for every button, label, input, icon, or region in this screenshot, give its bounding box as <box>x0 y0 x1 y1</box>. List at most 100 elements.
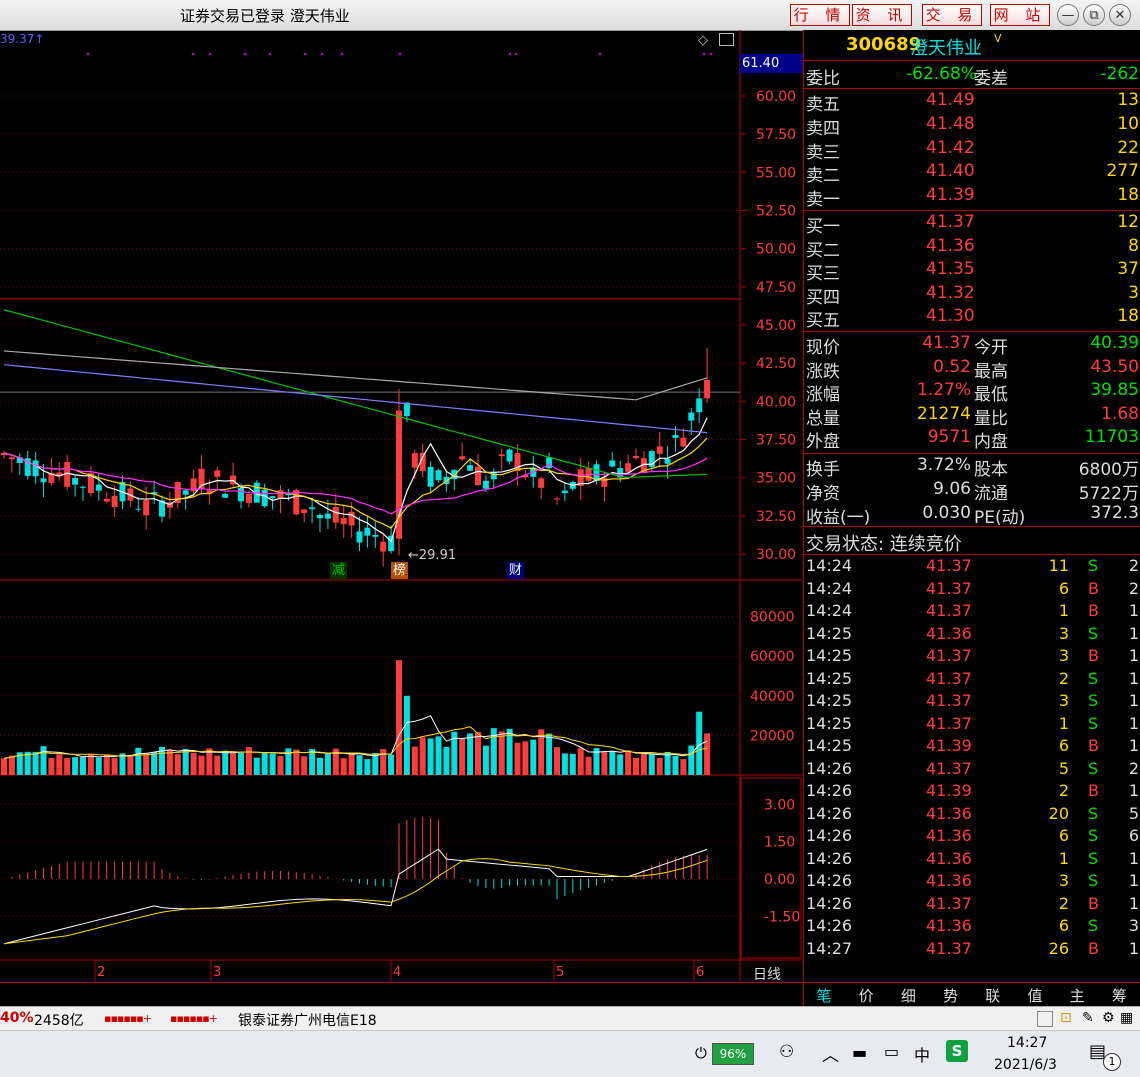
bid-row[interactable]: 买二 41.36 8 <box>804 236 1140 261</box>
close-button[interactable]: ✕ <box>1109 4 1131 26</box>
monitor-icon[interactable]: ▭ <box>884 1042 899 1061</box>
ask-row[interactable]: 卖四 41.48 10 <box>804 114 1140 139</box>
tick-row[interactable]: 14:24 41.37 1 B 1 <box>804 601 1140 623</box>
menu-website[interactable]: 网 站 <box>990 4 1050 26</box>
tick-price: 41.37 <box>926 646 972 665</box>
plug-icon[interactable]: ⏻ <box>695 1044 707 1062</box>
candle-body <box>633 455 639 459</box>
tick-row[interactable]: 14:25 41.37 3 B 1 <box>804 646 1140 668</box>
ask-volume: 18 <box>1117 185 1139 206</box>
tick-row[interactable]: 14:24 41.37 6 B 2 <box>804 579 1140 601</box>
clock-date[interactable]: 2021/6/3 <box>994 1057 1057 1073</box>
menu-news[interactable]: 资 讯 <box>852 4 912 26</box>
candle-body <box>261 489 268 507</box>
marker-dot <box>243 52 247 56</box>
diamond-icon[interactable]: ◇ <box>698 33 708 48</box>
volume-bar <box>403 695 410 775</box>
volume-bar <box>151 752 158 775</box>
panel-tab[interactable]: 值 <box>1015 985 1055 1006</box>
volume-bar <box>554 747 560 775</box>
tick-row[interactable]: 14:24 41.37 11 S 2 <box>804 556 1140 578</box>
tick-price: 41.37 <box>926 893 972 913</box>
tick-row[interactable]: 14:26 41.36 20 S 5 <box>804 804 1140 826</box>
tick-side: B <box>1088 646 1099 665</box>
restore-button[interactable]: ⧉ <box>1083 4 1105 26</box>
volume-bar <box>443 746 450 775</box>
event-reduce-icon[interactable]: 减 <box>330 562 347 579</box>
tick-row[interactable]: 14:25 41.37 1 S 1 <box>804 714 1140 736</box>
panel-tab[interactable]: 主 <box>1057 985 1097 1006</box>
tick-side: S <box>1088 826 1099 845</box>
volume-bar <box>672 755 679 775</box>
people-icon[interactable]: ⚇ <box>779 1042 794 1062</box>
bid-row[interactable]: 买三 41.35 37 <box>804 259 1140 284</box>
minimize-button[interactable]: — <box>1057 4 1079 26</box>
vol-ma5-line <box>3 715 708 759</box>
volume-bar <box>411 746 418 775</box>
event-list-icon[interactable]: 榜 <box>391 562 408 579</box>
ask-row[interactable]: 卖二 41.40 277 <box>804 161 1140 186</box>
gear-icon[interactable]: ⚙ <box>1102 1010 1115 1026</box>
tick-row[interactable]: 14:26 41.37 5 S 2 <box>804 759 1140 781</box>
panel-tab[interactable]: 联 <box>973 985 1013 1006</box>
tick-row[interactable]: 14:26 41.39 2 B 1 <box>804 781 1140 803</box>
candle-body <box>372 535 379 537</box>
tick-price: 41.37 <box>926 556 972 575</box>
ask-row[interactable]: 卖三 41.42 22 <box>804 138 1140 163</box>
panel-tab[interactable]: 价 <box>846 985 886 1006</box>
tick-row[interactable]: 14:26 41.36 1 S 1 <box>804 849 1140 871</box>
kline-svg[interactable]: 60.0057.5055.0052.5050.0047.5045.0042.50… <box>0 30 802 982</box>
tick-row[interactable]: 14:27 41.37 26 B 1 <box>804 939 1140 961</box>
tick-row[interactable]: 14:25 41.37 2 S 1 <box>804 669 1140 691</box>
candle-body <box>664 458 671 464</box>
month-label: 6 <box>696 965 705 980</box>
volume-bar <box>135 747 142 775</box>
period-label[interactable]: 日线 <box>753 964 781 984</box>
stat-row: 总量 21274 量比 1.68 <box>804 404 1140 429</box>
bid-row[interactable]: 买五 41.30 18 <box>804 306 1140 331</box>
stat-label: 涨幅 <box>806 385 840 406</box>
network-icon[interactable]: ▬ <box>852 1043 867 1062</box>
tick-row[interactable]: 14:25 41.36 3 S 1 <box>804 624 1140 646</box>
panel-tab[interactable]: 筹 <box>1099 985 1139 1006</box>
bid-row[interactable]: 买四 41.32 3 <box>804 283 1140 308</box>
volume-bar <box>340 758 347 775</box>
ime-indicator[interactable]: 中 <box>914 1042 930 1066</box>
menu-trade[interactable]: 交 易 <box>922 4 982 26</box>
panel-toggle-icon[interactable] <box>719 33 734 46</box>
tick-row[interactable]: 14:25 41.39 6 B 1 <box>804 736 1140 758</box>
battery-indicator[interactable]: 96% <box>712 1043 754 1065</box>
tick-row[interactable]: 14:26 41.36 3 S 1 <box>804 871 1140 893</box>
volume-bar <box>475 732 481 775</box>
panel-tab[interactable]: 笔 <box>804 985 844 1006</box>
tick-row[interactable]: 14:25 41.37 3 S 1 <box>804 691 1140 713</box>
ask-row[interactable]: 卖一 41.39 18 <box>804 185 1140 210</box>
tick-volume: 2 <box>1058 893 1069 913</box>
clock-time[interactable]: 14:27 <box>1007 1035 1047 1051</box>
lock-icon[interactable]: ⊡ <box>1060 1010 1072 1026</box>
menu-market[interactable]: 行 情 <box>790 4 850 26</box>
stat-label: 今开 <box>974 338 1008 358</box>
month-label: 3 <box>213 965 222 980</box>
kline-chart-area[interactable]: 60.00 57.50 55.00 52.50 50.00 47.50 45.00 42.50… <box>0 30 804 984</box>
event-finance-icon[interactable]: 财 <box>507 562 524 579</box>
pin-icon[interactable]: ✎ <box>1082 1010 1094 1026</box>
window-icon[interactable] <box>1037 1011 1053 1027</box>
chevron-up-icon[interactable]: ︿ <box>822 1041 839 1066</box>
volume-bar <box>301 756 308 775</box>
tick-time: 14:24 <box>806 578 853 598</box>
grid-icon[interactable]: ▦ <box>1120 1010 1133 1026</box>
candle-body <box>332 507 339 523</box>
tick-row[interactable]: 14:26 41.36 6 S 3 <box>804 916 1140 938</box>
panel-tab[interactable]: 势 <box>931 985 971 1006</box>
stat-label: 股本 <box>974 460 1008 480</box>
tick-side: S <box>1088 916 1099 935</box>
tick-row[interactable]: 14:26 41.37 2 B 1 <box>804 894 1140 916</box>
candle-body <box>182 490 189 495</box>
price-tick-label: 52.50 <box>756 204 796 220</box>
ask-row[interactable]: 卖五 41.49 13 <box>804 90 1140 115</box>
sogou-s-icon[interactable]: S <box>946 1040 968 1062</box>
panel-tab[interactable]: 细 <box>888 985 928 1006</box>
tick-row[interactable]: 14:26 41.36 6 S 6 <box>804 826 1140 848</box>
bid-row[interactable]: 买一 41.37 12 <box>804 212 1140 237</box>
